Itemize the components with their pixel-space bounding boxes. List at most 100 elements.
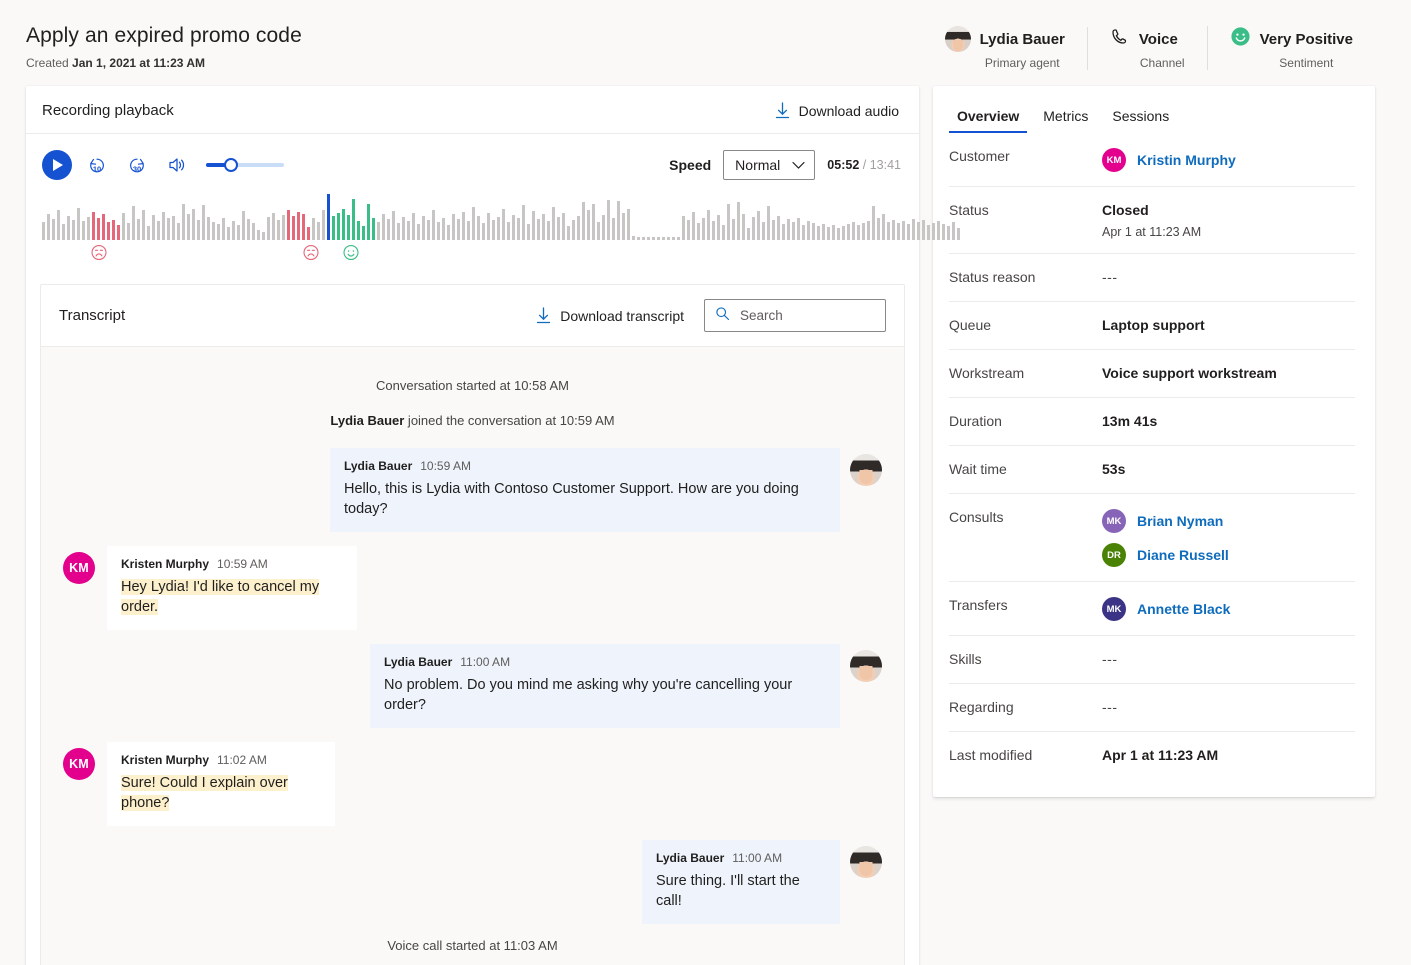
waveform-bar (207, 217, 210, 240)
waveform-bar (347, 215, 350, 240)
tab-sessions[interactable]: Sessions (1104, 100, 1177, 133)
recording-header: Recording playback Download audio (26, 86, 919, 134)
rewind-10-button[interactable]: 10 (82, 150, 112, 180)
avatar-initials: DR (1102, 543, 1126, 567)
waveform[interactable] (42, 192, 903, 240)
person-link[interactable]: DR Diane Russell (1102, 543, 1229, 567)
field-label: Customer (949, 148, 1102, 164)
message-time: 11:02 AM (217, 753, 267, 767)
waveform-bar (567, 226, 570, 240)
waveform-bar (392, 211, 395, 240)
page-title: Apply an expired promo code (26, 22, 302, 50)
customer-message-row: KM Kristen Murphy11:02 AM Sure! Could I … (63, 742, 882, 826)
detail-row: Last modified Apr 1 at 11:23 AM (949, 732, 1355, 779)
tab-metrics[interactable]: Metrics (1035, 100, 1096, 133)
speed-select[interactable]: Normal (723, 150, 815, 180)
volume-thumb[interactable] (224, 158, 238, 172)
volume-icon[interactable] (162, 150, 192, 180)
field-value-wrap: 53s (1102, 461, 1125, 479)
waveform-bar (212, 222, 215, 240)
field-label: Skills (949, 651, 1102, 667)
body-wrap: Recording playback Download audio 10 (0, 86, 1411, 965)
waveform-bar (482, 223, 485, 240)
waveform-bar (912, 219, 915, 240)
play-button[interactable] (42, 150, 72, 180)
waveform-bar (862, 223, 865, 240)
transcript-header-actions: Download transcript (536, 299, 886, 332)
player-controls: 10 30 (26, 134, 919, 186)
sentiment-negative-marker[interactable] (90, 244, 107, 266)
sentiment-positive-marker[interactable] (343, 244, 360, 266)
search-input[interactable] (740, 308, 875, 323)
waveform-bar (712, 221, 715, 240)
message-bubble[interactable]: Lydia Bauer11:00 AM Sure thing. I'll sta… (642, 840, 840, 924)
field-label: Consults (949, 509, 1102, 525)
person-link[interactable]: MK Annette Black (1102, 597, 1230, 621)
waveform-bar (802, 225, 805, 240)
waveform-bar (887, 222, 890, 240)
waveform-bar (282, 215, 285, 240)
field-value: Voice support workstream (1102, 365, 1277, 381)
message-text-wrap: No problem. Do you mind me asking why yo… (384, 675, 826, 715)
volume-slider[interactable] (206, 156, 284, 174)
playhead[interactable] (327, 194, 330, 240)
field-subvalue: Apr 1 at 11:23 AM (1102, 225, 1201, 239)
waveform-bar (562, 213, 565, 240)
person-link[interactable]: MK Brian Nyman (1102, 509, 1229, 533)
waveform-bar (387, 219, 390, 240)
channel-label: Channel (1140, 56, 1185, 70)
download-transcript-button[interactable]: Download transcript (536, 307, 684, 324)
waveform-bar (242, 211, 245, 240)
waveform-bar (672, 237, 675, 240)
waveform-bar (772, 220, 775, 240)
waveform-bar (897, 223, 900, 240)
transcript-search[interactable] (704, 299, 886, 332)
waveform-bar (467, 221, 470, 240)
waveform-bar (332, 216, 335, 240)
waveform-bar (292, 216, 295, 240)
waveform-bar (957, 228, 960, 240)
waveform-bar (197, 220, 200, 240)
avatar (850, 846, 882, 878)
waveform-bar (127, 223, 130, 240)
message-bubble[interactable]: Kristen Murphy10:59 AM Hey Lydia! I'd li… (107, 546, 357, 630)
waveform-bar (722, 225, 725, 240)
recording-card: Recording playback Download audio 10 (26, 86, 919, 965)
waveform-bar (472, 207, 475, 240)
tab-overview[interactable]: Overview (949, 100, 1027, 133)
waveform-bar (697, 223, 700, 240)
created-label: Created (26, 56, 69, 70)
waveform-bar (307, 227, 310, 240)
waveform-bar (172, 216, 175, 240)
message-time: 10:59 AM (420, 459, 471, 473)
waveform-bar (167, 218, 170, 240)
message-bubble[interactable]: Lydia Bauer11:00 AM No problem. Do you m… (370, 644, 840, 728)
waveform-bar (437, 222, 440, 240)
sentiment-value: Very Positive (1260, 31, 1353, 48)
waveform-bar (297, 212, 300, 240)
waveform-bar (457, 219, 460, 240)
waveform-area[interactable] (26, 186, 919, 268)
message-sender: Lydia Bauer (344, 459, 412, 473)
waveform-bar (597, 222, 600, 240)
waveform-bar (147, 226, 150, 240)
waveform-bar (727, 204, 730, 240)
forward-30-button[interactable]: 30 (122, 150, 152, 180)
waveform-bar (492, 220, 495, 240)
person-link[interactable]: KM Kristin Murphy (1102, 148, 1236, 172)
waveform-bar (867, 221, 870, 240)
message-bubble[interactable]: Lydia Bauer10:59 AM Hello, this is Lydia… (330, 448, 840, 532)
download-audio-button[interactable]: Download audio (775, 102, 899, 119)
waveform-bar (932, 223, 935, 240)
waveform-bar (937, 221, 940, 240)
waveform-bar (542, 214, 545, 240)
person-name: Diane Russell (1137, 547, 1229, 563)
message-time: 10:59 AM (217, 557, 268, 571)
message-bubble[interactable]: Kristen Murphy11:02 AM Sure! Could I exp… (107, 742, 335, 826)
person-name: Brian Nyman (1137, 513, 1223, 529)
field-value: 13m 41s (1102, 413, 1157, 429)
message-time: 11:00 AM (732, 851, 782, 865)
waveform-bar (287, 210, 290, 240)
waveform-bar (512, 215, 515, 240)
sentiment-negative-marker[interactable] (303, 244, 320, 266)
